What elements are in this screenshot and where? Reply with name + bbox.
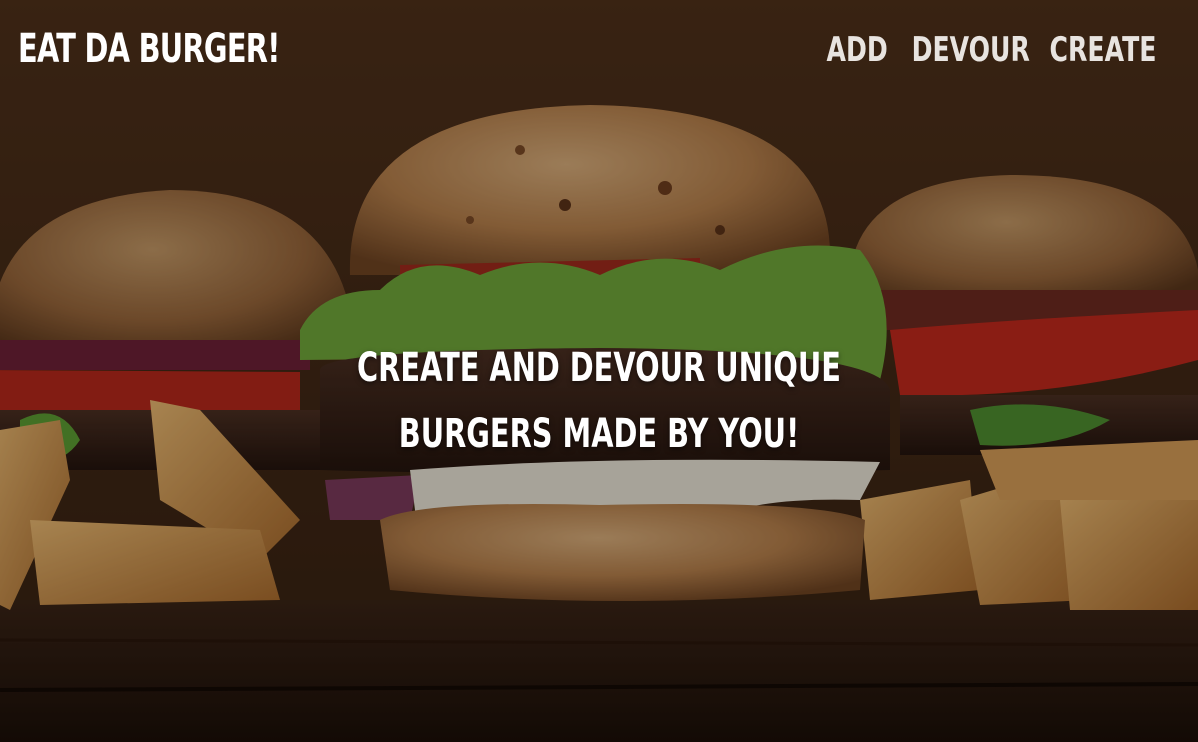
nav-item-add: ADD bbox=[805, 30, 887, 70]
brand-logo-link[interactable]: EAT DA BURGER! bbox=[18, 26, 280, 72]
navbar: EAT DA BURGER! ADD DEVOUR CREATE bbox=[0, 0, 1198, 104]
nav-link-devour[interactable]: DEVOUR bbox=[911, 30, 1029, 70]
hero-section: EAT DA BURGER! ADD DEVOUR CREATE CREATE … bbox=[0, 0, 1198, 742]
nav-link-add[interactable]: ADD bbox=[826, 30, 887, 70]
nav-link-create[interactable]: CREATE bbox=[1049, 30, 1156, 70]
hero-headline-line-1: CREATE AND DEVOUR UNIQUE bbox=[357, 344, 841, 391]
nav-item-devour: DEVOUR bbox=[870, 30, 1029, 70]
hero-headline: CREATE AND DEVOUR UNIQUE BURGERS MADE BY… bbox=[0, 335, 1198, 467]
nav-item-create: CREATE bbox=[1012, 30, 1156, 70]
nav-links: ADD DEVOUR CREATE bbox=[823, 30, 1156, 70]
hero-headline-line-2: BURGERS MADE BY YOU! bbox=[398, 410, 800, 457]
